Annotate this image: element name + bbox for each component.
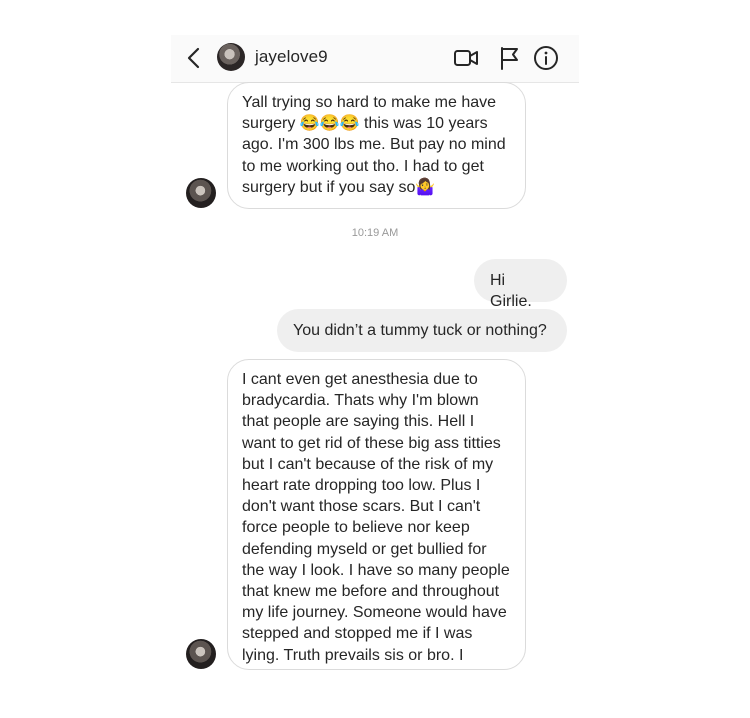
message-bubble-incoming[interactable]: Yall trying so hard to make me have surg… (227, 82, 526, 209)
profile-avatar[interactable] (217, 43, 245, 71)
chat-username[interactable]: jayelove9 (255, 47, 328, 67)
sender-avatar[interactable] (186, 639, 216, 669)
message-timestamp: 10:19 AM (351, 227, 399, 239)
back-icon[interactable] (185, 47, 203, 69)
message-bubble-outgoing[interactable]: Hi Girlie. (474, 259, 567, 310)
info-icon[interactable] (533, 45, 559, 71)
message-bubble-incoming[interactable]: I cant even get anesthesia due to bradyc… (227, 359, 526, 670)
chat-header: jayelove9 (171, 35, 579, 83)
video-call-icon[interactable] (453, 45, 479, 71)
flag-icon[interactable] (497, 45, 523, 71)
message-bubble-outgoing[interactable]: You didn’t a tummy tuck or nothing? (277, 309, 567, 352)
sender-avatar[interactable] (186, 178, 216, 208)
